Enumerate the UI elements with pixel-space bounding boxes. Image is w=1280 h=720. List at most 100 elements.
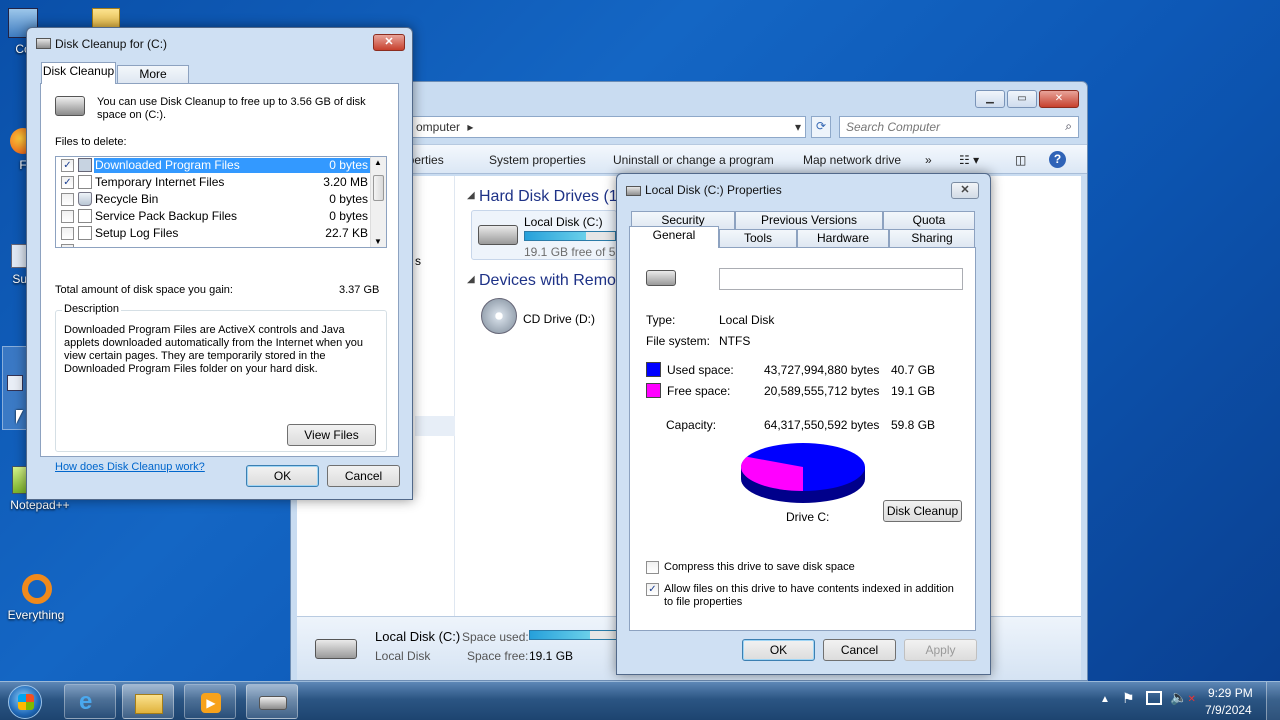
tab-more-options[interactable]: More Options bbox=[117, 65, 189, 98]
minimize-button[interactable]: ▁ bbox=[975, 90, 1005, 108]
cancel-button[interactable]: Cancel bbox=[327, 465, 400, 487]
clock-date[interactable]: 7/9/2024 bbox=[1205, 703, 1252, 717]
drive-c-item[interactable]: Local Disk (C:) 19.1 GB free of 5 bbox=[471, 210, 617, 260]
help-link[interactable]: How does Disk Cleanup work? bbox=[55, 461, 205, 473]
file-size: 3.20 MB bbox=[323, 175, 368, 189]
network-icon[interactable] bbox=[1146, 691, 1162, 705]
space-used-bar bbox=[529, 630, 619, 640]
show-desktop-button[interactable] bbox=[1266, 682, 1280, 720]
address-text: omputer bbox=[416, 120, 461, 134]
document-icon bbox=[78, 175, 92, 189]
close-button[interactable]: ✕ bbox=[373, 34, 405, 51]
dialog-title: Local Disk (C:) Properties bbox=[645, 183, 782, 197]
uninstall-program-button[interactable]: Uninstall or change a program bbox=[613, 153, 774, 167]
used-space-label: Used space: bbox=[667, 363, 734, 377]
volume-muted-icon[interactable]: 🔈✕ bbox=[1170, 689, 1196, 706]
removable-devices-header[interactable]: Devices with Remova bbox=[479, 272, 633, 290]
list-item[interactable]: Service Pack Backup Files 0 bytes bbox=[56, 208, 372, 225]
close-button[interactable]: ✕ bbox=[951, 182, 979, 199]
view-files-button[interactable]: View Files bbox=[287, 424, 376, 446]
list-item[interactable]: Setup Log Files 22.7 KB bbox=[56, 225, 372, 242]
view-options-icon[interactable]: ☷ ▾ bbox=[959, 153, 979, 167]
start-button[interactable] bbox=[8, 685, 42, 719]
ok-button[interactable]: OK bbox=[742, 639, 815, 661]
hard-drive-icon bbox=[478, 225, 518, 245]
index-label[interactable]: Allow files on this drive to have conten… bbox=[664, 583, 964, 609]
list-scrollbar[interactable]: ▲ ▼ bbox=[370, 157, 386, 247]
list-item-partial[interactable] bbox=[56, 242, 372, 247]
tab-general[interactable]: General bbox=[629, 226, 719, 248]
show-hidden-icons-icon[interactable]: ▲ bbox=[1100, 694, 1110, 705]
drive-title-icon bbox=[626, 186, 641, 196]
list-item[interactable]: ✓ Downloaded Program Files 0 bytes bbox=[56, 157, 372, 174]
disk-cleanup-title-icon bbox=[36, 38, 51, 49]
type-value: Local Disk bbox=[719, 313, 775, 327]
description-text: Downloaded Program Files are ActiveX con… bbox=[64, 324, 364, 375]
details-name: Local Disk (C:) bbox=[375, 629, 461, 644]
document-icon bbox=[78, 209, 92, 223]
file-checkbox[interactable]: ✓ bbox=[61, 159, 74, 172]
search-input[interactable]: Search Computer ⌕ bbox=[839, 116, 1079, 138]
free-space-swatch bbox=[646, 383, 661, 398]
preview-pane-icon[interactable]: ◫ bbox=[1015, 153, 1026, 167]
tab-disk-cleanup[interactable]: Disk Cleanup bbox=[41, 62, 116, 84]
scroll-thumb[interactable] bbox=[373, 175, 384, 201]
disk-properties-dialog[interactable]: Local Disk (C:) Properties ✕ Security Pr… bbox=[616, 173, 991, 675]
collapse-arrow-icon[interactable]: ◢ bbox=[467, 190, 475, 201]
desktop-icon-media[interactable] bbox=[2, 346, 28, 430]
list-item[interactable]: ✓ Temporary Internet Files 3.20 MB bbox=[56, 174, 372, 191]
tab-quota[interactable]: Quota bbox=[883, 211, 975, 230]
system-properties-button[interactable]: System properties bbox=[489, 153, 586, 167]
scroll-up-arrow-icon[interactable]: ▲ bbox=[374, 158, 382, 167]
file-size: 0 bytes bbox=[302, 158, 372, 173]
cancel-button[interactable]: Cancel bbox=[823, 639, 896, 661]
apply-button[interactable]: Apply bbox=[904, 639, 977, 661]
compress-checkbox[interactable] bbox=[646, 561, 659, 574]
maximize-button[interactable]: ▭ bbox=[1007, 90, 1037, 108]
tab-previous-versions[interactable]: Previous Versions bbox=[735, 211, 883, 230]
files-to-delete-list[interactable]: ✓ Downloaded Program Files 0 bytes ✓ Tem… bbox=[55, 156, 387, 248]
address-bar[interactable]: omputer ▸ ▾ bbox=[411, 116, 806, 138]
index-checkbox[interactable]: ✓ bbox=[646, 583, 659, 596]
file-checkbox[interactable] bbox=[61, 227, 74, 240]
compress-label[interactable]: Compress this drive to save disk space bbox=[664, 561, 855, 573]
disk-cleanup-dialog[interactable]: Disk Cleanup for (C:) ✕ Disk Cleanup Mor… bbox=[26, 27, 413, 500]
hard-disk-drives-header[interactable]: Hard Disk Drives (1) bbox=[479, 188, 623, 206]
ok-button[interactable]: OK bbox=[246, 465, 319, 487]
refresh-button[interactable]: ⟳ bbox=[811, 116, 831, 138]
clock-time[interactable]: 9:29 PM bbox=[1208, 686, 1253, 700]
file-name: Setup Log Files bbox=[95, 226, 179, 240]
close-button[interactable]: ✕ bbox=[1039, 90, 1079, 108]
tab-hardware[interactable]: Hardware bbox=[797, 229, 889, 248]
nav-item-partial[interactable]: s bbox=[415, 254, 421, 268]
map-network-drive-button[interactable]: Map network drive bbox=[803, 153, 901, 167]
help-icon[interactable]: ? bbox=[1049, 151, 1066, 168]
file-checkbox[interactable] bbox=[61, 244, 74, 247]
free-space-bytes: 20,589,555,712 bytes bbox=[764, 384, 880, 398]
volume-label-input[interactable] bbox=[719, 268, 963, 290]
disk-cleanup-icon bbox=[259, 696, 287, 710]
file-checkbox[interactable] bbox=[61, 210, 74, 223]
taskbar-media-player[interactable]: ▶ bbox=[184, 684, 236, 719]
action-center-flag-icon[interactable]: ⚑ bbox=[1122, 690, 1135, 707]
file-name: Recycle Bin bbox=[95, 192, 159, 206]
cd-drive-item[interactable]: CD Drive (D:) bbox=[471, 294, 617, 344]
window-controls: ▁ ▭ ✕ bbox=[975, 90, 1079, 108]
collapse-arrow-icon[interactable]: ◢ bbox=[467, 274, 475, 285]
taskbar: e ▶ ▲ ⚑ 🔈✕ 9:29 PM 7/9/2024 bbox=[0, 681, 1280, 720]
scroll-down-arrow-icon[interactable]: ▼ bbox=[374, 237, 382, 246]
taskbar-internet-explorer[interactable]: e bbox=[64, 684, 116, 719]
tab-sharing[interactable]: Sharing bbox=[889, 229, 975, 248]
list-item[interactable]: Recycle Bin 0 bytes bbox=[56, 191, 372, 208]
nav-selected-item[interactable] bbox=[415, 416, 455, 436]
file-checkbox[interactable]: ✓ bbox=[61, 176, 74, 189]
tab-tools[interactable]: Tools bbox=[719, 229, 797, 248]
file-size: 0 bytes bbox=[329, 192, 368, 206]
address-dropdown-icon[interactable]: ▾ bbox=[795, 120, 801, 134]
taskbar-file-explorer[interactable] bbox=[122, 684, 174, 719]
file-checkbox[interactable] bbox=[61, 193, 74, 206]
disk-cleanup-button[interactable]: Disk Cleanup bbox=[883, 500, 962, 522]
taskbar-disk-cleanup[interactable] bbox=[246, 684, 298, 719]
desktop-icon-everything[interactable]: Everything bbox=[0, 574, 74, 622]
more-commands-button[interactable]: » bbox=[925, 153, 932, 167]
